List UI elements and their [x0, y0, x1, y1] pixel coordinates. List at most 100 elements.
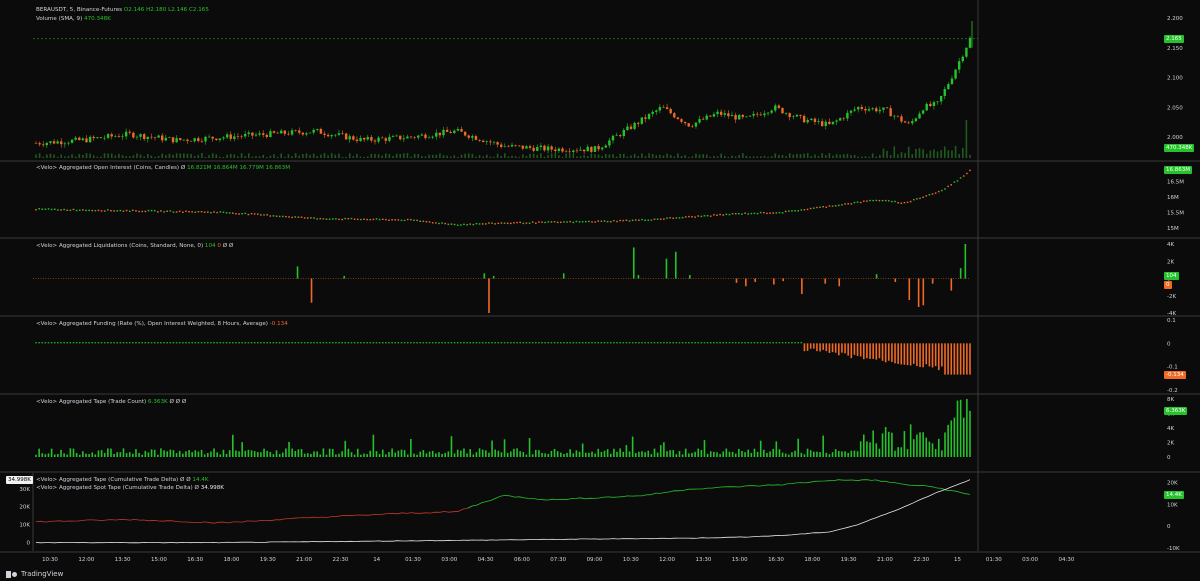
tape-bar [188, 450, 190, 457]
price-candle-body [128, 131, 131, 133]
oi-candle [778, 211, 781, 214]
oi-candle [263, 214, 265, 216]
funding-bar [916, 343, 918, 367]
oi-candle [178, 210, 181, 213]
funding-bar [481, 342, 484, 344]
price-candle-body [727, 113, 730, 117]
price-candle-body [121, 136, 124, 138]
volume-bar [338, 153, 340, 158]
tape-bar [806, 448, 809, 457]
tape-bar [203, 454, 206, 457]
volume-bar [781, 154, 784, 158]
oi-candle [153, 210, 156, 212]
tape-bar [816, 451, 818, 457]
volume-bar [154, 156, 156, 158]
oi-candle [175, 211, 178, 213]
tape-bar [531, 454, 534, 457]
funding-bar [806, 343, 809, 351]
price-candle-body [99, 137, 103, 139]
price-candle-body [298, 130, 301, 133]
oi-candle [797, 210, 799, 212]
funding-bar [160, 342, 162, 344]
oi-candle [744, 212, 746, 214]
volume-bar [864, 156, 867, 158]
funding-bar [566, 342, 568, 344]
volume-bar [345, 156, 347, 158]
price-candle-body [723, 113, 726, 115]
oi-candle [922, 196, 924, 199]
oi-candle [506, 222, 509, 225]
tape-bar [35, 454, 37, 457]
time-label: 13:30 [695, 557, 711, 563]
time-label: 07:30 [550, 557, 566, 563]
funding-bar [344, 342, 347, 344]
oi-candle [456, 224, 459, 226]
tape-bar [435, 453, 437, 457]
volume-bar [723, 155, 726, 158]
volume-bar [677, 153, 679, 158]
oi-candle [941, 189, 943, 192]
volume-bar [82, 155, 84, 158]
volume-bar [183, 153, 185, 158]
oi-candle [322, 218, 325, 220]
funding-bar [609, 342, 612, 344]
tape-bar [734, 453, 737, 457]
volume-bar [38, 153, 41, 158]
tape-bar [969, 410, 971, 457]
oi-candle [887, 200, 890, 202]
tape-bar [844, 451, 846, 457]
funding-bar [422, 342, 425, 344]
price-candle-body [860, 106, 864, 109]
funding-bar [100, 342, 103, 344]
oi-candle [197, 211, 200, 213]
funding-bar [466, 342, 468, 344]
tape-bar [69, 448, 72, 457]
price-candle-body [186, 139, 189, 141]
liq-bar [296, 266, 299, 279]
tape-bar [322, 448, 325, 457]
price-candle-body [254, 134, 258, 136]
oi-candle [110, 209, 112, 212]
oi-candle [166, 210, 168, 212]
volume-bar [576, 156, 578, 158]
oi-candle [497, 222, 500, 225]
price-candle-body [518, 145, 521, 147]
volume-bar [255, 156, 257, 158]
price-candle-body [694, 122, 698, 127]
tape-bar [219, 454, 222, 457]
volume-bar [651, 153, 654, 158]
tape-bar [950, 420, 953, 457]
oi-candle [594, 221, 596, 223]
tape-bar [506, 452, 509, 457]
tradingview-brand[interactable]: TradingView [6, 570, 63, 578]
volume-bar [778, 154, 780, 158]
tape-bar [341, 451, 343, 457]
oi-candle [44, 208, 47, 210]
tape-bar [609, 453, 612, 457]
tape-bar [675, 454, 678, 457]
oi-candle [934, 192, 937, 194]
oi-candle [138, 210, 140, 213]
tape-bar [253, 451, 256, 457]
price-candle-body [626, 126, 629, 131]
volume-bar [806, 153, 809, 158]
liq-v3: Ø [222, 243, 228, 249]
volume-bar [395, 153, 398, 158]
funding-bar [182, 342, 184, 344]
price-candle-body [344, 133, 348, 140]
funding-bar [356, 342, 359, 344]
oi-tick-label: 16M [1167, 195, 1179, 201]
price-candle-body [680, 119, 683, 122]
tape-bar [594, 453, 596, 457]
volume-bar [648, 153, 650, 158]
oi-candle [616, 220, 618, 223]
tape-bar [862, 434, 865, 457]
tape-bar [119, 452, 122, 457]
tape-bar [694, 451, 696, 457]
price-tick-label: 2.100 [1167, 76, 1183, 82]
volume-bar [442, 155, 445, 158]
liq-bar [754, 278, 756, 282]
tape-bar [941, 450, 943, 457]
price-candle-body [348, 136, 351, 140]
high-value: 2.180 [150, 7, 167, 13]
